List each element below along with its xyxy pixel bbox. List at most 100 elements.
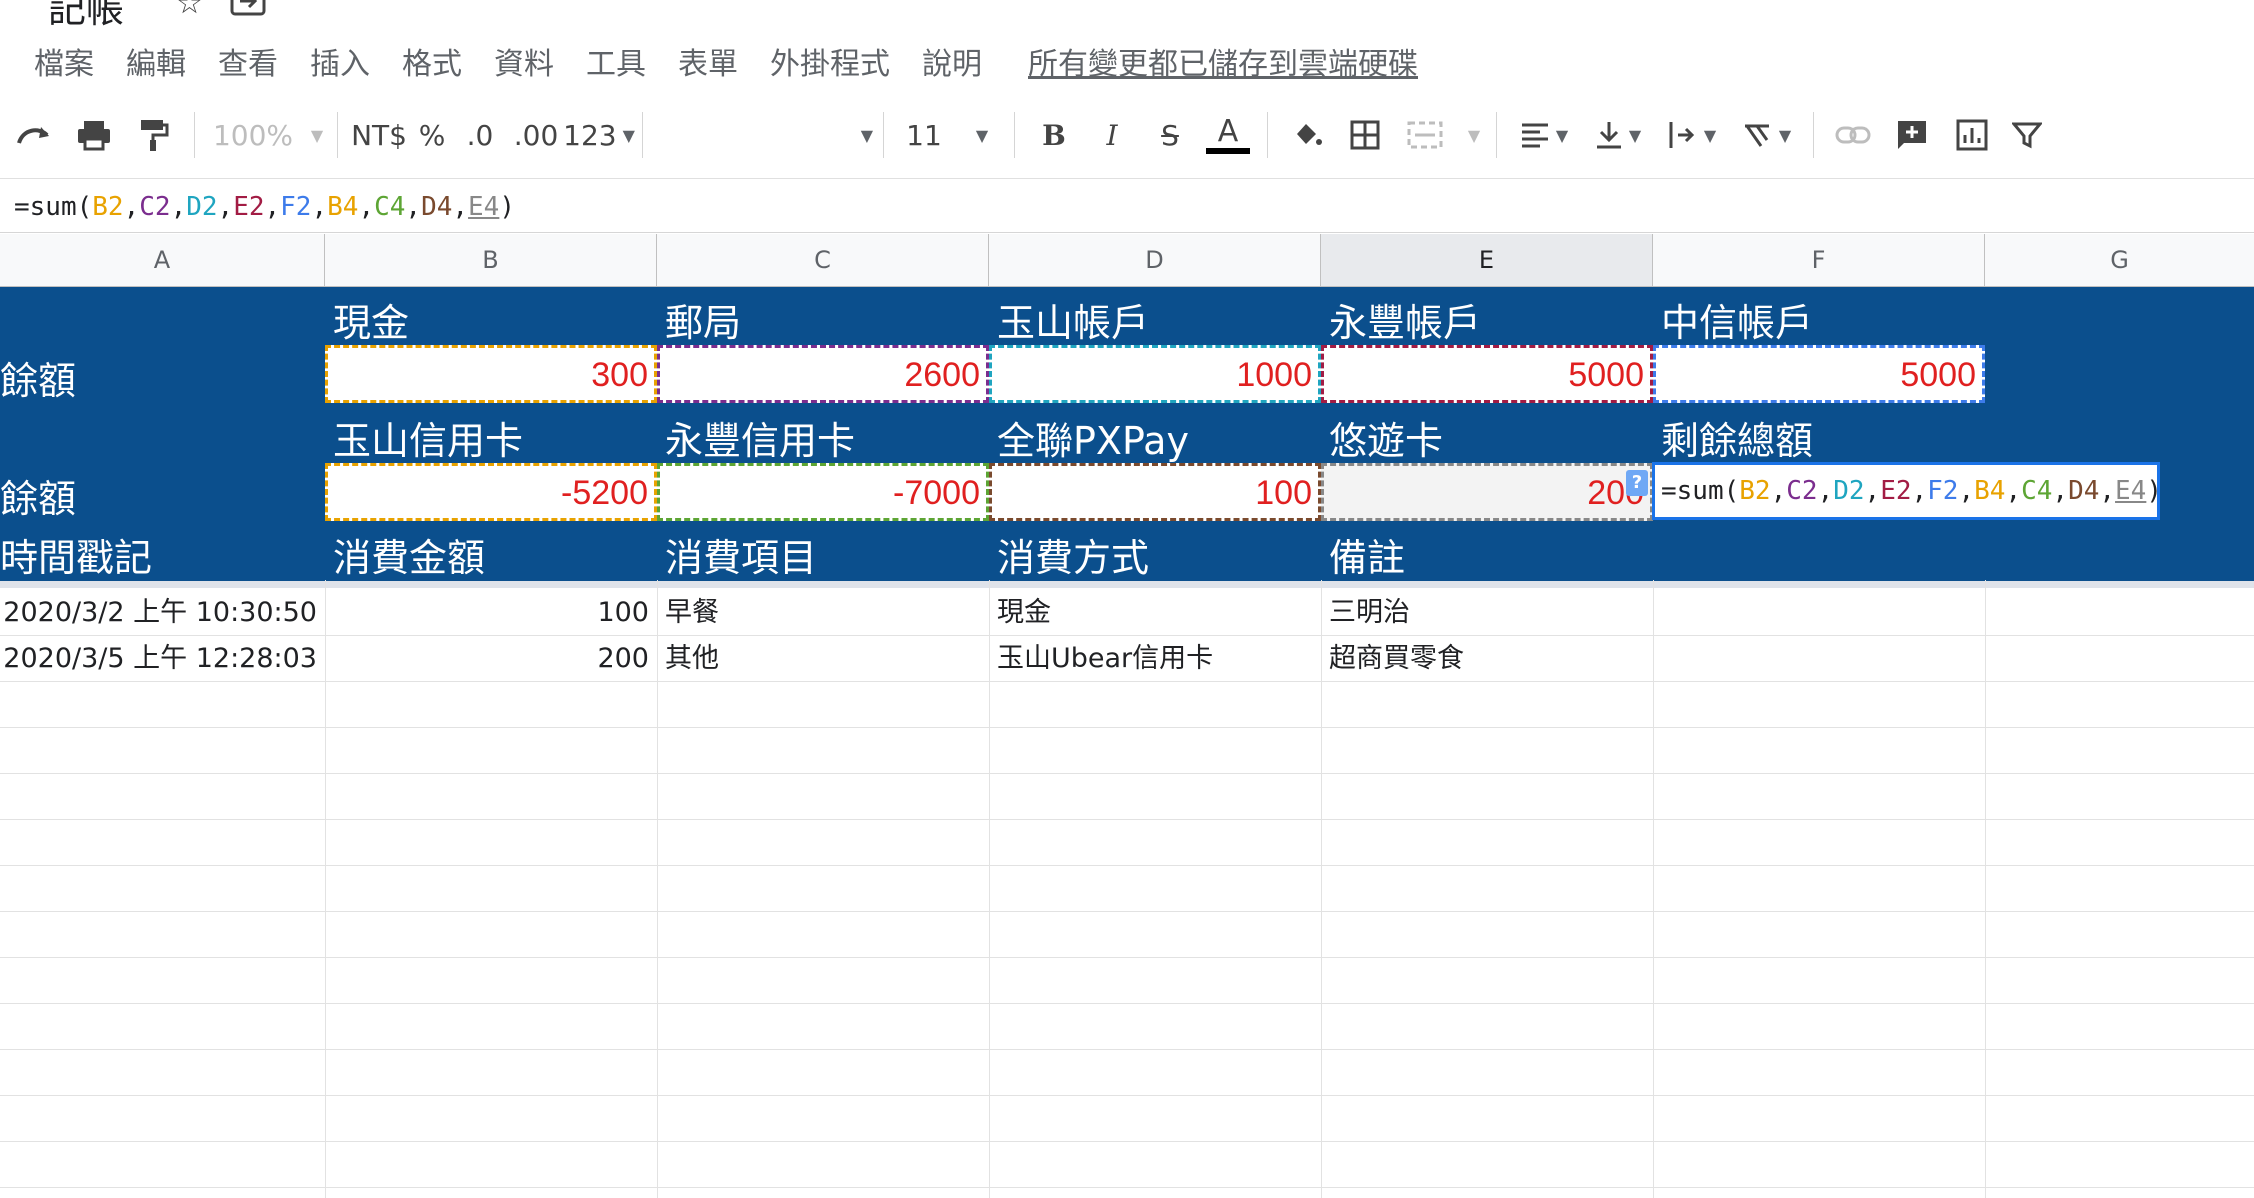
- account-label-sinopac-credit[interactable]: 永豐信用卡: [665, 410, 855, 465]
- menu-edit[interactable]: 編輯: [126, 39, 186, 83]
- chevron-down-icon[interactable]: ▼: [954, 107, 1004, 163]
- merge-cells-icon[interactable]: [1394, 107, 1456, 163]
- col-title-timestamp[interactable]: 時間戳記: [0, 527, 152, 582]
- balance-cell-e4[interactable]: 200: [1321, 463, 1653, 521]
- account-label-sinopac[interactable]: 永豐帳戶: [1329, 292, 1481, 347]
- menu-view[interactable]: 查看: [218, 39, 278, 83]
- col-title-method[interactable]: 消費方式: [997, 527, 1149, 582]
- item-cell[interactable]: 早餐: [665, 590, 981, 635]
- move-to-folder-icon[interactable]: [230, 0, 266, 24]
- account-label-cash[interactable]: 現金: [333, 292, 409, 347]
- remaining-total-label[interactable]: 剩餘總額: [1661, 410, 1813, 465]
- column-header-e[interactable]: E: [1321, 234, 1653, 286]
- note-cell[interactable]: 三明治: [1329, 590, 1645, 635]
- account-label-esun[interactable]: 玉山帳戶: [997, 292, 1149, 347]
- menu-form[interactable]: 表單: [678, 39, 738, 83]
- font-size-select[interactable]: 11: [894, 107, 954, 163]
- column-header-b[interactable]: B: [325, 234, 657, 286]
- account-label-easycard[interactable]: 悠遊卡: [1329, 410, 1443, 465]
- insert-chart-icon[interactable]: [1942, 107, 2002, 163]
- balance-cell-c2[interactable]: 2600: [657, 345, 989, 403]
- balance-cell-b2[interactable]: 300: [325, 345, 657, 403]
- star-icon[interactable]: ☆: [176, 0, 203, 21]
- text-wrapping-icon[interactable]: ▼: [1655, 107, 1729, 163]
- balance-label-row4[interactable]: 餘額: [0, 468, 76, 523]
- account-label-pxpay[interactable]: 全聯PXPay: [997, 410, 1189, 465]
- item-cell[interactable]: 其他: [665, 636, 981, 681]
- doc-title[interactable]: 記帳: [48, 0, 124, 33]
- column-header-a[interactable]: A: [0, 234, 325, 286]
- menu-data[interactable]: 資料: [494, 39, 554, 83]
- balance-cell-d4[interactable]: 100: [989, 463, 1321, 521]
- balance-cell-d2[interactable]: 1000: [989, 345, 1321, 403]
- amount-cell[interactable]: 200: [325, 636, 649, 681]
- table-row[interactable]: [0, 958, 2254, 1004]
- account-label-ctbc[interactable]: 中信帳戶: [1661, 292, 1813, 347]
- percent-format-button[interactable]: %: [410, 107, 454, 163]
- borders-icon[interactable]: [1336, 107, 1394, 163]
- col-title-note[interactable]: 備註: [1329, 527, 1405, 582]
- table-row[interactable]: [0, 1142, 2254, 1188]
- table-row[interactable]: [0, 682, 2254, 728]
- balance-cell-c4[interactable]: -7000: [657, 463, 989, 521]
- insert-link-icon[interactable]: [1824, 107, 1882, 163]
- col-title-item[interactable]: 消費項目: [665, 527, 817, 582]
- col-title-amount[interactable]: 消費金額: [333, 527, 485, 582]
- text-color-icon[interactable]: A: [1199, 107, 1257, 163]
- menu-insert[interactable]: 插入: [310, 39, 370, 83]
- table-row[interactable]: [0, 774, 2254, 820]
- amount-cell[interactable]: 100: [325, 590, 649, 635]
- increase-decimal-button[interactable]: .00: [506, 107, 566, 163]
- balance-label-row2[interactable]: 餘額: [0, 350, 76, 405]
- column-header-c[interactable]: C: [657, 234, 989, 286]
- cell-editor-f4[interactable]: =sum(B2,C2,D2,E2,F2,B4,C4,D4,E4): [1652, 462, 2162, 520]
- menu-addons[interactable]: 外掛程式: [770, 39, 890, 83]
- note-cell[interactable]: 超商買零食: [1329, 636, 1645, 681]
- currency-format-button[interactable]: NT$: [348, 107, 410, 163]
- table-row[interactable]: [0, 728, 2254, 774]
- strikethrough-icon[interactable]: S: [1141, 107, 1199, 163]
- method-cell[interactable]: 玉山Ubear信用卡: [997, 636, 1313, 681]
- method-cell[interactable]: 現金: [997, 590, 1313, 635]
- table-row[interactable]: [0, 912, 2254, 958]
- table-row[interactable]: [0, 866, 2254, 912]
- paint-format-icon[interactable]: [124, 107, 184, 163]
- fill-color-icon[interactable]: [1278, 107, 1336, 163]
- account-label-post[interactable]: 郵局: [665, 292, 741, 347]
- menu-format[interactable]: 格式: [402, 39, 462, 83]
- menu-file[interactable]: 檔案: [34, 39, 94, 83]
- frozen-row-divider[interactable]: [0, 581, 2254, 588]
- balance-cell-e2[interactable]: 5000: [1321, 345, 1653, 403]
- menu-tools[interactable]: 工具: [586, 39, 646, 83]
- timestamp-cell[interactable]: 2020/3/2 上午 10:30:50: [0, 590, 317, 635]
- column-header-g[interactable]: G: [1985, 234, 2254, 286]
- filter-icon[interactable]: [2002, 107, 2052, 163]
- chevron-down-icon[interactable]: ▼: [301, 107, 327, 163]
- menu-help[interactable]: 說明: [922, 39, 982, 83]
- print-icon[interactable]: [64, 107, 124, 163]
- horizontal-align-icon[interactable]: ▼: [1507, 107, 1581, 163]
- formula-help-badge[interactable]: ?: [1626, 470, 1648, 496]
- column-header-f[interactable]: F: [1653, 234, 1985, 286]
- table-row[interactable]: [0, 820, 2254, 866]
- text-rotation-icon[interactable]: ▼: [1729, 107, 1803, 163]
- redo-icon[interactable]: [4, 107, 64, 163]
- table-row[interactable]: [0, 1096, 2254, 1142]
- bold-icon[interactable]: B: [1025, 107, 1083, 163]
- save-status-link[interactable]: 所有變更都已儲存到雲端硬碟: [1028, 39, 1418, 83]
- table-row[interactable]: [0, 1004, 2254, 1050]
- vertical-align-icon[interactable]: ▼: [1581, 107, 1655, 163]
- column-header-d[interactable]: D: [989, 234, 1321, 286]
- balance-cell-b4[interactable]: -5200: [325, 463, 657, 521]
- decrease-decimal-button[interactable]: .0: [454, 107, 506, 163]
- balance-cell-f2[interactable]: 5000: [1653, 345, 1985, 403]
- zoom-select[interactable]: 100%: [205, 107, 301, 163]
- account-label-esun-credit[interactable]: 玉山信用卡: [333, 410, 523, 465]
- table-row[interactable]: [0, 1050, 2254, 1096]
- more-formats-button[interactable]: 123 ▼: [563, 107, 635, 163]
- chevron-down-icon[interactable]: ▼: [1456, 107, 1486, 163]
- font-family-select[interactable]: ▼: [653, 107, 873, 163]
- formula-bar[interactable]: =sum(B2,C2,D2,E2,F2,B4,C4,D4,E4): [0, 182, 2254, 233]
- timestamp-cell[interactable]: 2020/3/5 上午 12:28:03: [0, 636, 317, 681]
- insert-comment-icon[interactable]: [1882, 107, 1942, 163]
